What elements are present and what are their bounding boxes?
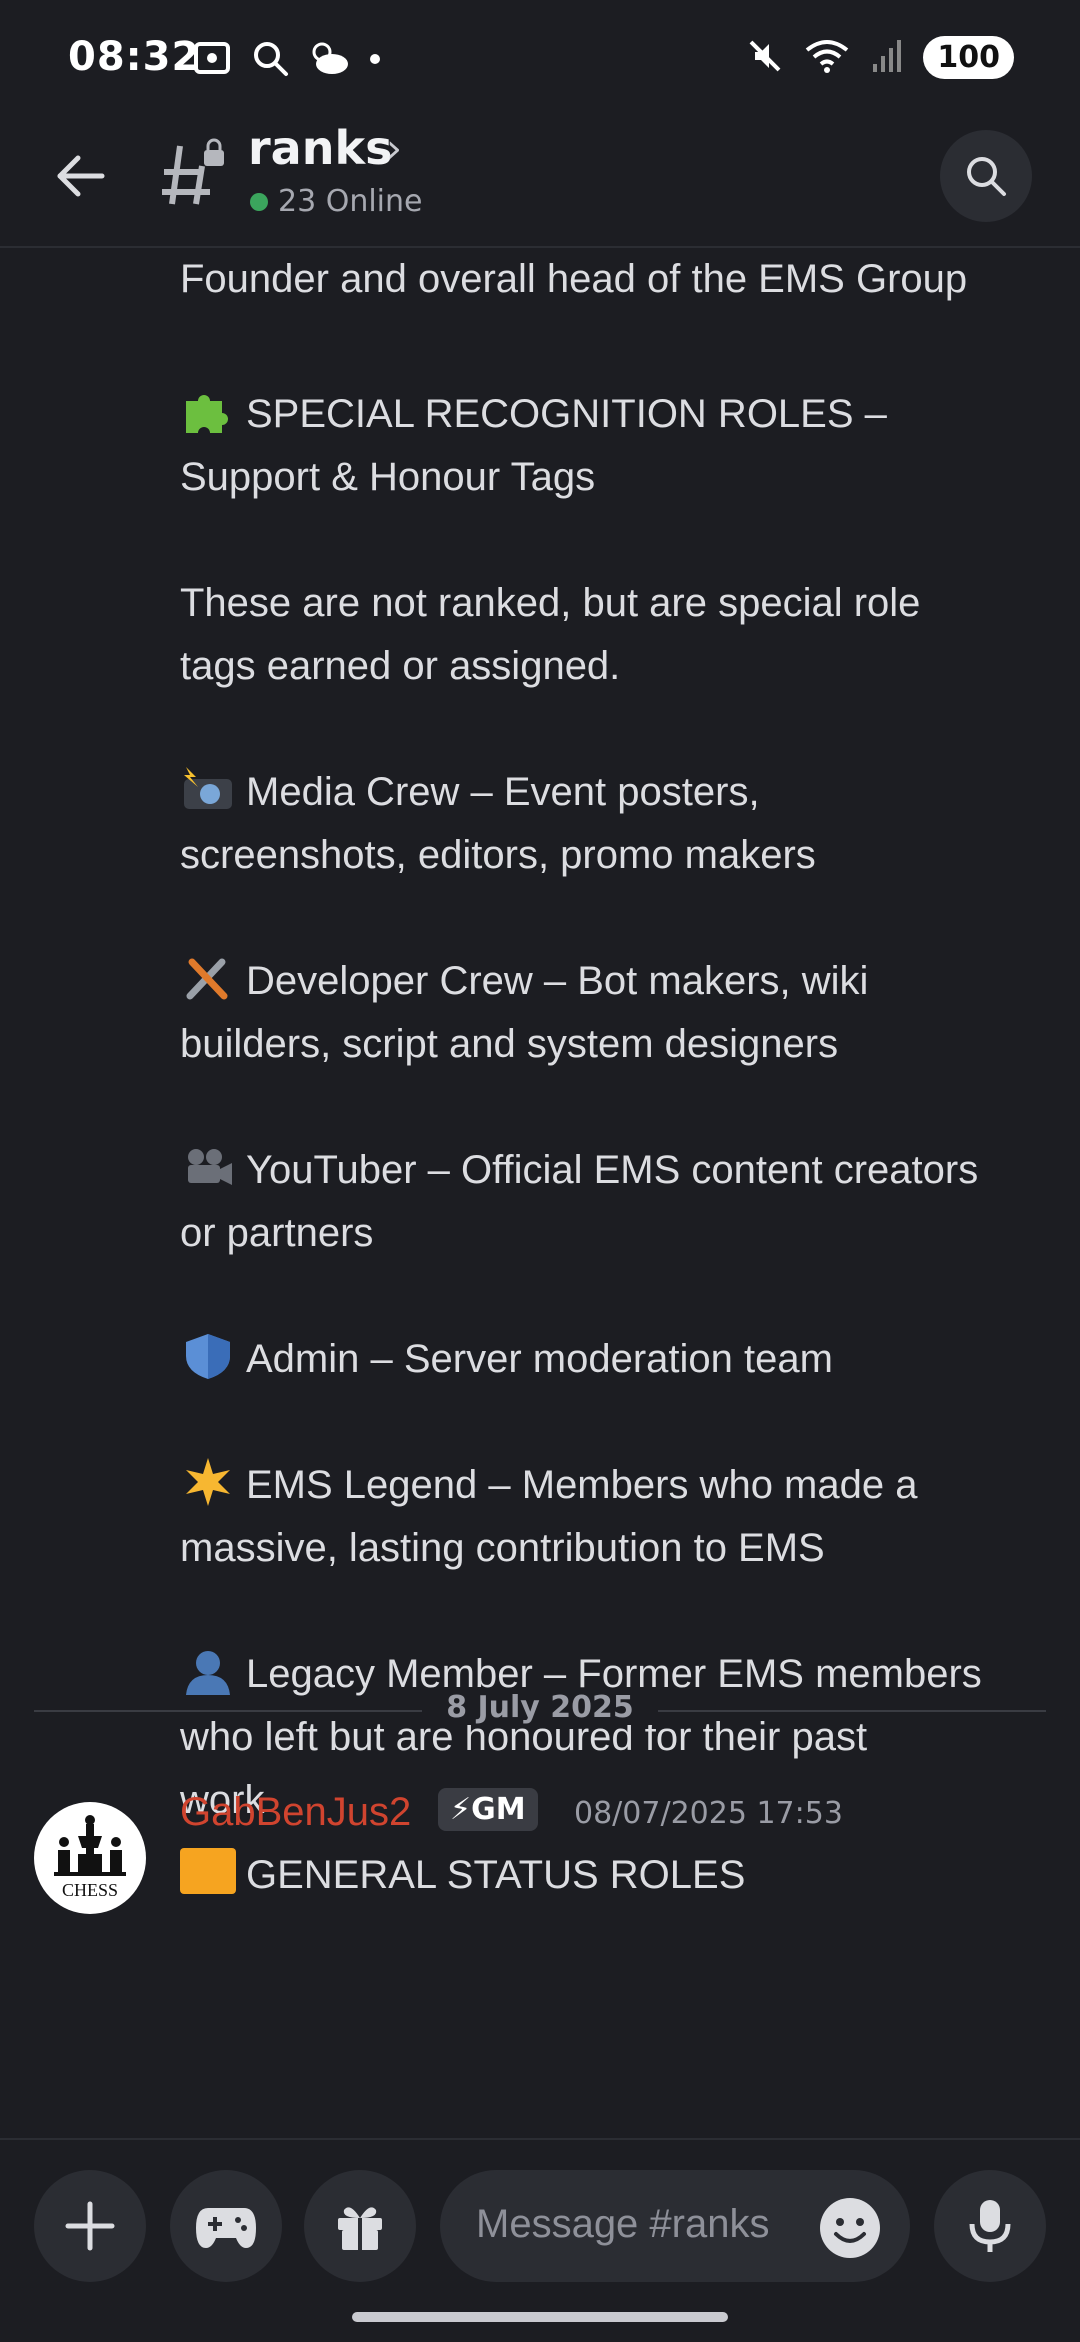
search-button[interactable] — [940, 130, 1032, 222]
avatar-text: CHESS — [62, 1880, 118, 1900]
status-time: 08:32 — [68, 34, 201, 80]
search-icon — [967, 157, 1006, 196]
gamepad-icon — [196, 2208, 256, 2248]
home-indicator[interactable] — [352, 2312, 728, 2322]
signal-icon — [871, 38, 902, 78]
arrow-left-icon — [57, 155, 105, 197]
message-line: SPECIAL RECOGNITION ROLES – — [180, 383, 1050, 446]
message-line: YouTuber – Official EMS content creators — [180, 1139, 1050, 1202]
mute-icon — [747, 38, 783, 78]
camera-flash-icon — [180, 765, 236, 813]
message-line: EMS Legend – Members who made a — [180, 1454, 1050, 1517]
add-button[interactable] — [34, 2170, 146, 2282]
gift-icon — [338, 2207, 382, 2250]
message-input-placeholder: Message #ranks — [476, 2202, 770, 2246]
message-composer: Message #ranks — [0, 2138, 1080, 2342]
date-divider: 8 July 2025 — [34, 1690, 1046, 1730]
date-divider-label: 8 July 2025 — [422, 1690, 658, 1725]
channel-header: ranks › 23 Online — [0, 118, 1080, 248]
orange-square-icon — [180, 1848, 236, 1894]
channel-title[interactable]: ranks — [248, 121, 392, 175]
message-line: tags earned or assigned. — [180, 644, 621, 688]
message-line: Founder and overall head of the EMS Grou… — [180, 257, 968, 301]
emoji-picker-button[interactable] — [818, 2196, 882, 2264]
movie-camera-icon — [180, 1143, 236, 1191]
chevron-right-icon[interactable]: › — [386, 126, 402, 172]
message-line: builders, script and system designers — [180, 1022, 839, 1066]
gift-button[interactable] — [304, 2170, 416, 2282]
star-icon — [180, 1458, 236, 1506]
battery-indicator: 100 — [923, 36, 1014, 79]
username[interactable]: GabBenJus2 — [180, 1790, 411, 1835]
message-line: GENERAL STATUS ROLES — [180, 1848, 745, 1898]
status-bar: 08:32 100 — [0, 0, 1080, 118]
message-line: or partners — [180, 1211, 374, 1255]
status-icons-right: 100 — [747, 36, 1014, 79]
message-item[interactable]: CHESS GabBenJus2 ⚡GM 08/07/2025 17:53 GE… — [34, 1780, 1080, 1914]
channel-lock-hash-icon — [160, 138, 228, 214]
message-content: Founder and overall head of the EMS Grou… — [180, 248, 1050, 1832]
role-badge[interactable]: ⚡GM — [438, 1788, 538, 1831]
message-line: Developer Crew – Bot makers, wiki — [180, 950, 1050, 1013]
online-dot-icon — [250, 192, 268, 211]
message-line: massive, lasting contribution to EMS — [180, 1526, 825, 1570]
status-icons-left — [192, 38, 382, 82]
shield-icon — [180, 1332, 236, 1380]
plus-icon — [65, 2201, 115, 2251]
voice-button[interactable] — [934, 2170, 1046, 2282]
message-line: Support & Honour Tags — [180, 455, 596, 499]
smiley-icon — [820, 2198, 880, 2258]
activities-button[interactable] — [170, 2170, 282, 2282]
message-input[interactable]: Message #ranks — [440, 2170, 910, 2282]
message-line: screenshots, editors, promo makers — [180, 833, 816, 877]
puzzle-icon — [180, 387, 236, 435]
message-line: Media Crew – Event posters, — [180, 761, 1050, 824]
message-line: These are not ranked, but are special ro… — [180, 581, 921, 625]
message-line: Admin – Server moderation team — [180, 1328, 1050, 1391]
search-icon — [250, 38, 290, 82]
dot-icon — [368, 51, 382, 70]
avatar[interactable]: CHESS — [34, 1802, 146, 1914]
weather-icon — [308, 38, 350, 82]
online-count: 23 Online — [250, 184, 422, 219]
wifi-icon — [805, 38, 849, 78]
microphone-icon — [969, 2200, 1011, 2252]
screen-capture-icon — [192, 38, 232, 82]
tools-icon — [180, 954, 236, 1002]
message-timestamp: 08/07/2025 17:53 — [574, 1796, 843, 1831]
back-button[interactable] — [52, 148, 108, 208]
online-label: 23 Online — [278, 184, 423, 219]
silhouette-icon — [180, 1647, 236, 1695]
